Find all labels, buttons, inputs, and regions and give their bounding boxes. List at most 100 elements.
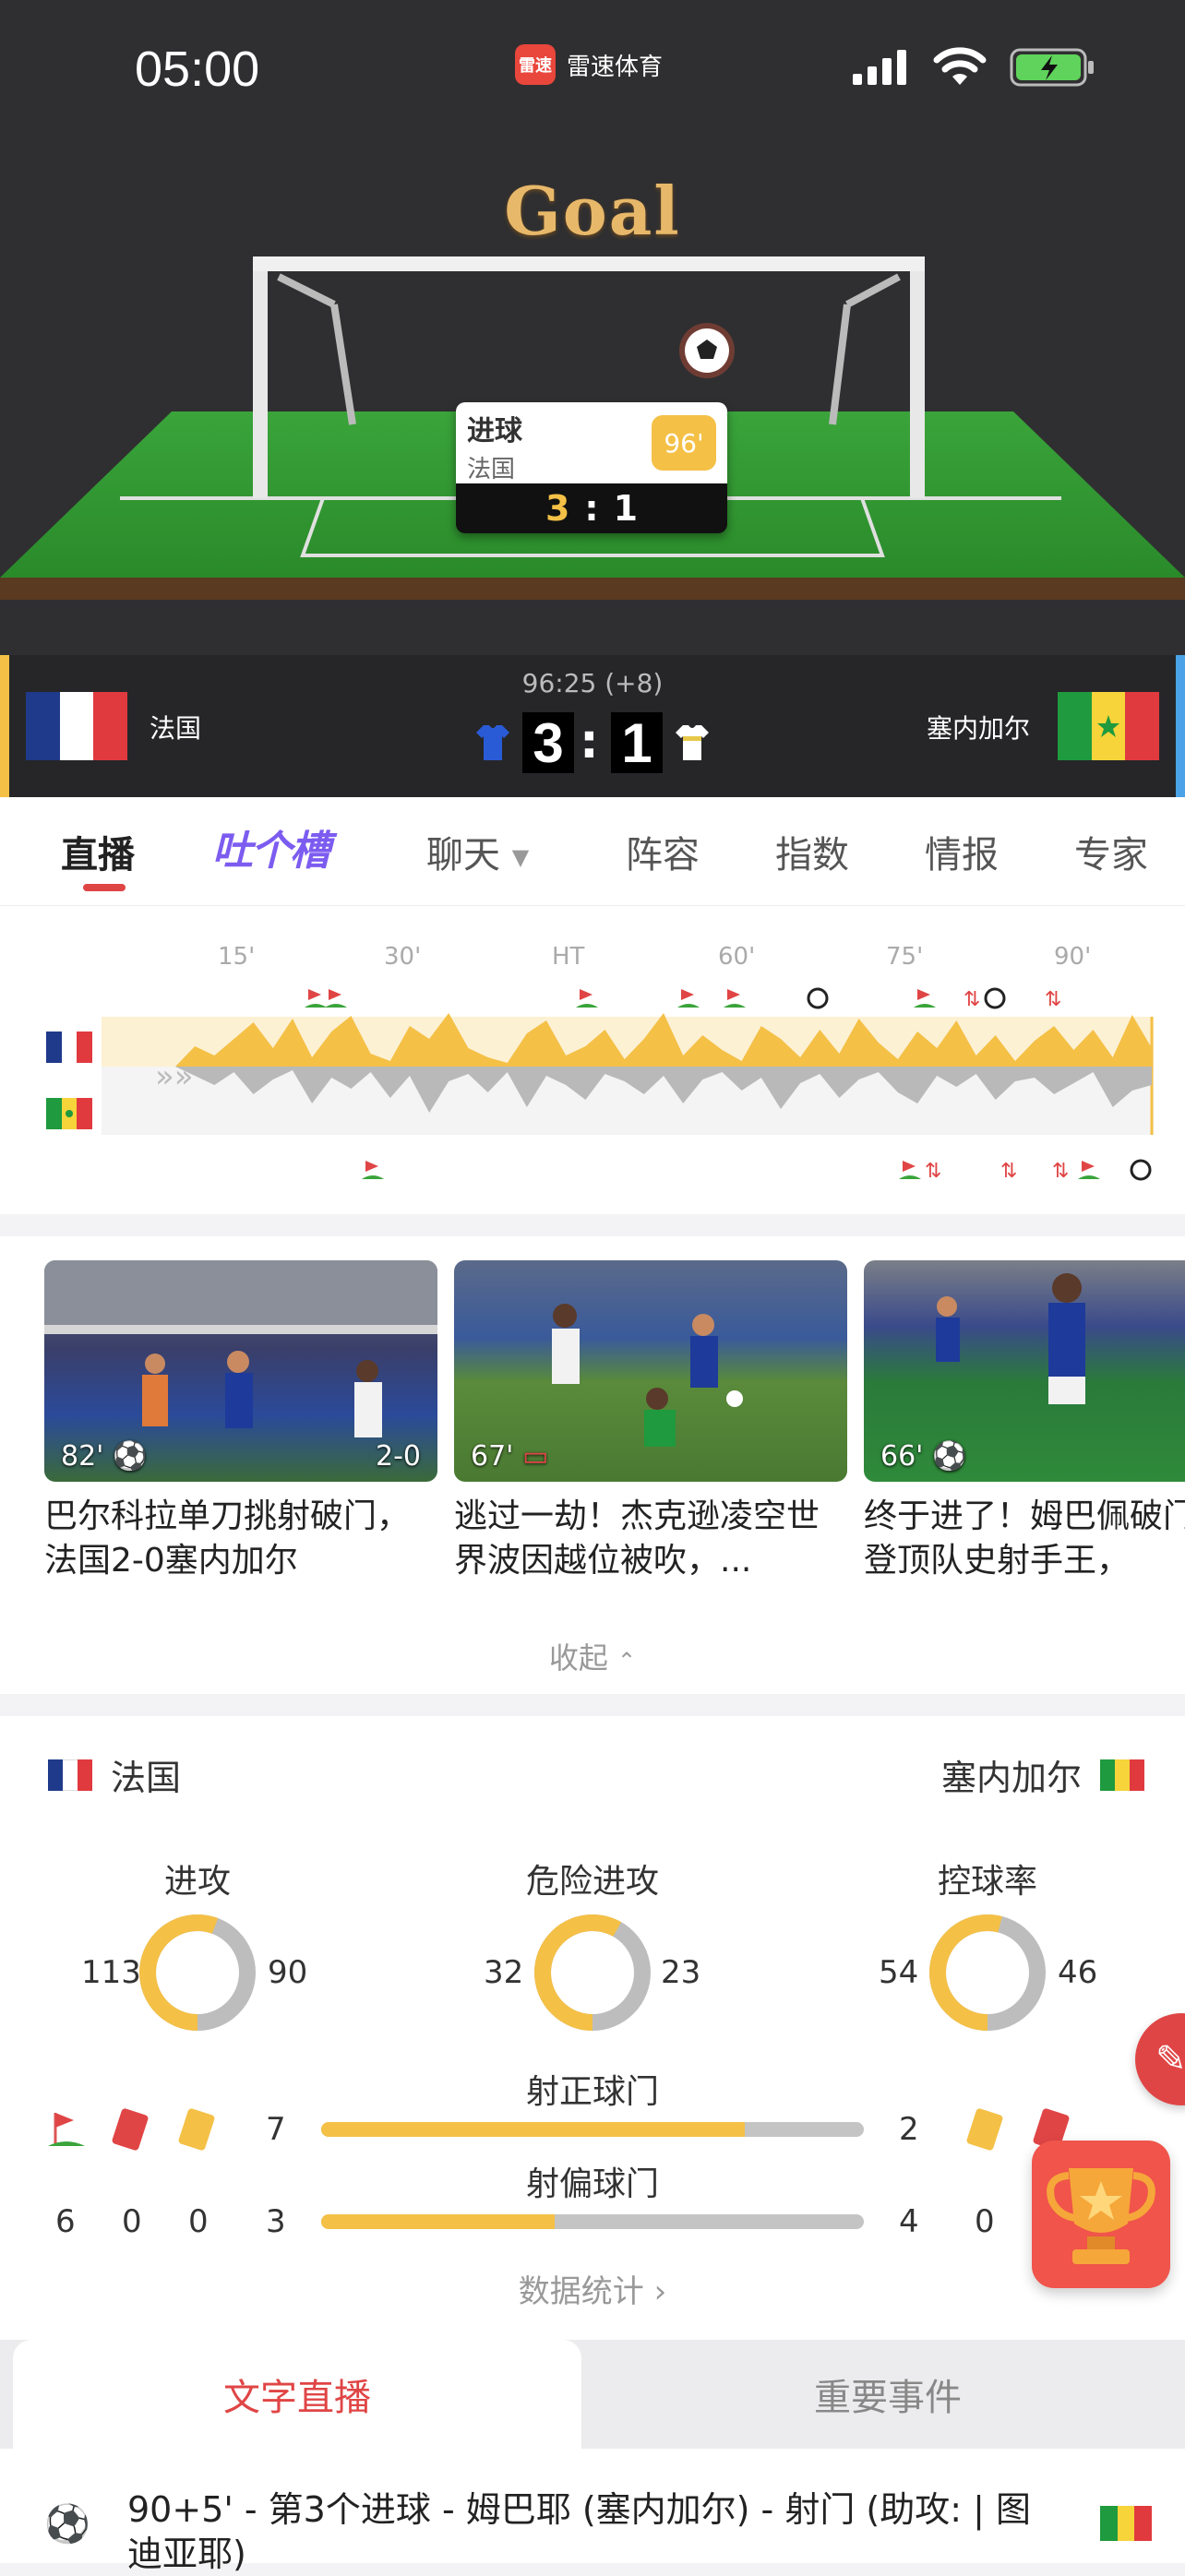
video-minute: 67' ▭ (471, 1440, 549, 1473)
video-card[interactable]: 82' ⚽ 2-0 巴尔科拉单刀挑射破门，法国2-0塞内加尔 (44, 1260, 437, 1583)
home-corners: 6 (55, 2203, 76, 2240)
substitution-icon: ⇅ (1052, 1160, 1069, 1183)
tab-odds[interactable]: 指数 (775, 825, 849, 878)
corner-marker-icon (681, 989, 694, 1000)
corner-marker-icon (308, 989, 321, 1000)
goal-animation-area: 05:00 雷速 雷速体育 Goal 进球 法国 96' 3: 1 (0, 0, 1185, 655)
tab-key-events[interactable]: 重要事件 (591, 2340, 1185, 2449)
shots-off-bar-fill (321, 2214, 555, 2229)
tab-chat-label: 聊天 (426, 834, 500, 877)
tab-lineup[interactable]: 阵容 (626, 825, 700, 878)
away-team-name[interactable]: 塞内加尔 (927, 709, 1030, 745)
corner-marker-icon (329, 989, 341, 1000)
goal-marker-icon (1130, 1159, 1152, 1181)
stat-ring (534, 1914, 651, 2031)
video-thumbnail: 67' ▭ (454, 1260, 847, 1482)
corner-marker-icon (580, 989, 592, 1000)
stat-ring (139, 1914, 256, 2031)
text-live-feed: ⚽ 90+5' - 第3个进球 - 姆巴耶 (塞内加尔) - 射门 (助攻: |… (0, 2449, 1185, 2574)
goal-score-sep: : (584, 488, 599, 529)
var-icon: ▭ (521, 1440, 549, 1473)
home-red-cards: 0 (122, 2203, 142, 2240)
senegal-flag-icon (1100, 2506, 1152, 2541)
main-tab-bar: 直播 吐个槽 聊天 ▼ 阵容 指数 情报 专家 (0, 797, 1185, 906)
shots-off-label: 射偏球门 (525, 2165, 659, 2203)
shots-on-bar (321, 2122, 864, 2137)
goal-minute-badge: 96' (652, 415, 716, 471)
video-minute: 66' ⚽ (880, 1440, 967, 1473)
substitution-icon: ⇅ (1045, 988, 1061, 1011)
home-yellow-cards: 0 (188, 2203, 209, 2240)
shots-on-away: 2 (899, 2111, 919, 2148)
corner-flag-icon (48, 2113, 85, 2146)
yellow-card-icon (965, 2107, 1004, 2152)
edit-icon: ✎ (1155, 2038, 1185, 2081)
video-thumbnail: 66' ⚽ (864, 1260, 1185, 1482)
goal-pitch-illustration (0, 256, 1185, 600)
shots-off-bar (321, 2214, 864, 2229)
trophy-icon (1047, 2168, 1155, 2264)
goal-marker-icon (807, 987, 829, 1009)
home-team-name[interactable]: 法国 (150, 709, 201, 745)
video-thumbnail: 82' ⚽ 2-0 (44, 1260, 437, 1482)
collapse-label: 收起 (548, 1640, 608, 1676)
tab-chat[interactable]: 聊天 ▼ (426, 825, 529, 878)
corner-marker-icon (903, 1161, 916, 1172)
corner-marker-icon (1082, 1161, 1095, 1172)
ball-icon: ⚽ (44, 2503, 90, 2546)
video-title[interactable]: 逃过一劫！杰克逊凌空世界波因越位被吹，... (454, 1495, 847, 1583)
match-clock: 96:25 (+8) (521, 668, 664, 698)
red-card-icon (111, 2107, 150, 2152)
corner-marker-icon (365, 1161, 378, 1172)
stat-ring (929, 1914, 1046, 2031)
goal-score-away: 1 (613, 488, 639, 529)
score-colon: : (580, 714, 599, 769)
video-minute: 82' ⚽ (61, 1440, 148, 1473)
senegal-flag-icon (1058, 692, 1159, 760)
tab-intel[interactable]: 情报 (925, 825, 999, 878)
highlight-video-carousel: 82' ⚽ 2-0 巴尔科拉单刀挑射破门，法国2-0塞内加尔 67' ▭ 逃过一… (0, 1236, 1185, 1694)
data-stats-link[interactable]: 数据统计 › (0, 2266, 1185, 2311)
match-stats-panel: 法国 塞内加尔 进攻 危险进攻 控球率 113 90 32 23 54 46 射… (0, 1716, 1185, 2340)
match-momentum-timeline[interactable]: 15' 30' HT 60' 75' 90' »» ⇅ ⇅ ⇅ ⇅ ⇅ (0, 906, 1185, 1214)
yellow-card-icon (177, 2107, 216, 2152)
tab-tucao[interactable]: 吐个槽 (212, 817, 330, 877)
corner-marker-icon (917, 989, 930, 1000)
tab-live[interactable]: 直播 (61, 825, 135, 878)
video-card[interactable]: 67' ▭ 逃过一劫！杰克逊凌空世界波因越位被吹，... (454, 1260, 847, 1583)
home-jersey-icon (476, 725, 509, 760)
substitution-icon: ⇅ (925, 1160, 941, 1183)
goal-score-card: 进球 法国 96' 3 : 1 (456, 402, 727, 533)
goal-marker-icon (984, 987, 1006, 1009)
away-score: 1 (611, 712, 663, 774)
ball-icon: ⚽ (931, 1440, 967, 1473)
stat-rings (139, 1914, 1046, 2031)
ball-icon: ⚽ (112, 1440, 148, 1473)
video-card[interactable]: 66' ⚽ 终于进了！姆巴佩破门并登顶队史射手王， (864, 1260, 1185, 1583)
shots-off-away: 4 (899, 2203, 919, 2240)
video-title[interactable]: 巴尔科拉单刀挑射破门，法国2-0塞内加尔 (44, 1495, 437, 1583)
collapse-button[interactable]: 收起 ⌃ (0, 1635, 1185, 1677)
chevron-right-icon: › (653, 2273, 667, 2310)
substitution-icon: ⇅ (1000, 1160, 1017, 1183)
data-stats-label: 数据统计 (518, 2273, 644, 2310)
active-tab-indicator (83, 884, 126, 891)
chevron-up-icon: ⌃ (617, 1648, 637, 1674)
trophy-reward-button[interactable] (1032, 2141, 1170, 2288)
shots-on-bar-fill (321, 2122, 745, 2137)
live-tabs: 文字直播 重要事件 (0, 2340, 1185, 2449)
away-yellow-cards: 0 (975, 2203, 995, 2240)
video-score: 2-0 (376, 1440, 421, 1473)
corner-marker-icon (727, 989, 740, 1000)
shots-off-home: 3 (266, 2203, 286, 2240)
chevron-down-icon: ▼ (511, 844, 530, 870)
france-flag-icon (26, 692, 128, 760)
goal-score-home: 3 (545, 488, 570, 529)
video-title[interactable]: 终于进了！姆巴佩破门并登顶队史射手王， (864, 1495, 1185, 1583)
shots-on-home: 7 (266, 2111, 286, 2148)
tab-experts[interactable]: 专家 (1074, 825, 1148, 878)
tab-text-live[interactable]: 文字直播 (13, 2340, 581, 2449)
shots-on-label: 射正球门 (525, 2073, 659, 2111)
momentum-chart: »» ⇅ ⇅⇅ ⇅ ⇅ (102, 987, 1154, 1183)
match-score-bar[interactable]: 法国 96:25 (+8) 3 : 1 塞内加尔 (0, 655, 1185, 797)
